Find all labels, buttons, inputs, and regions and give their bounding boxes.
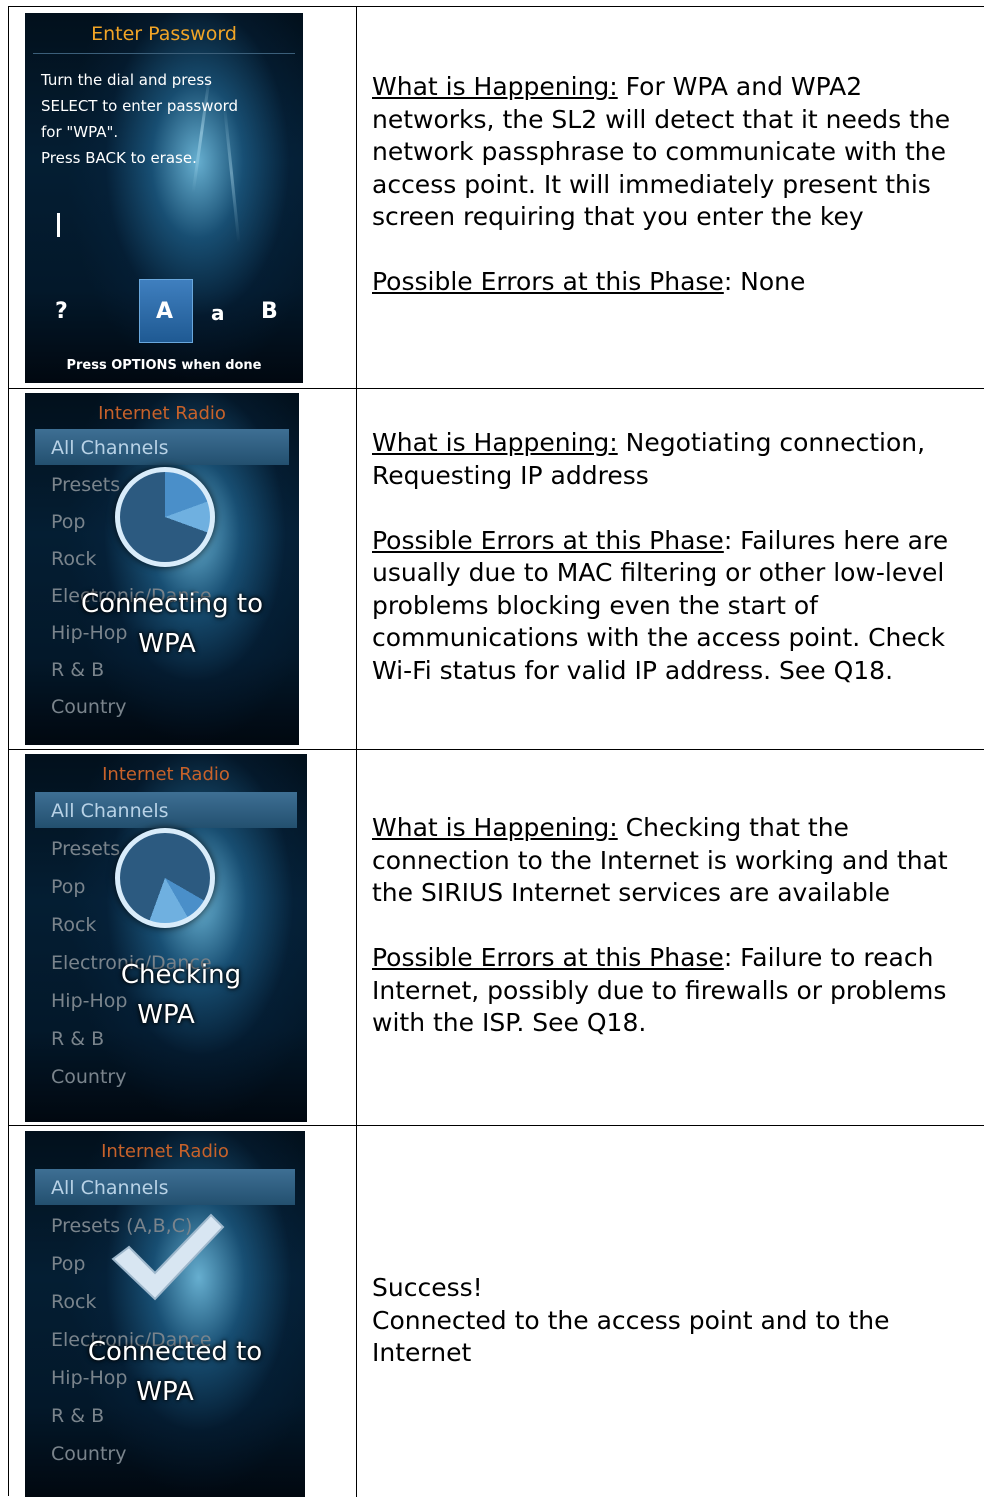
status-table: Enter Password Turn the dial and press S… [8,6,984,1497]
happening-label: What is Happening: [372,72,618,101]
success-text: Connected to the access point and to the… [372,1305,890,1368]
enter-password-screenshot: Enter Password Turn the dial and press S… [25,13,303,383]
menu-item: Country [51,1066,127,1088]
menu-item: Presets [51,838,121,860]
table-row: Internet Radio All Channels Presets Pop … [9,389,984,750]
menu-item: Rock [51,1291,97,1313]
errors-label: Possible Errors at this Phase [372,525,724,555]
table-row: Internet Radio All Channels Presets Pop … [9,750,984,1126]
errors-label: Possible Errors at this Phase [372,267,724,296]
spinner-icon [115,467,215,567]
text-cursor [57,213,60,237]
row-description: What is Happening: For WPA and WPA2 netw… [372,71,972,299]
menu-item: Rock [51,548,97,570]
success-title: Success! [372,1273,483,1302]
table-row: Internet Radio All Channels Presets (A,B… [9,1126,984,1497]
spinner-icon [115,828,215,928]
menu-item: Pop [51,876,86,898]
screen-title: Enter Password [91,23,237,45]
divider [33,53,295,54]
table-row: Enter Password Turn the dial and press S… [9,7,984,389]
char-option: B [261,299,278,324]
menu-item: R & B [51,659,105,681]
menu-item: All Channels [51,1177,169,1199]
char-option: a [211,301,225,325]
errors-text: : None [723,267,806,296]
connected-screenshot: Internet Radio All Channels Presets (A,B… [25,1131,305,1497]
screen-instructions: Turn the dial and press SELECT to enter … [41,71,239,167]
overlay-line1: Connected to [87,1337,263,1367]
char-option-selected: A [156,299,174,324]
menu-item: All Channels [51,437,169,459]
errors-label: Possible Errors at this Phase [372,943,724,972]
menu-item: R & B [51,1405,105,1427]
overlay-line2: WPA [138,629,196,659]
menu-item: Presets [51,474,121,496]
screen-title: Internet Radio [101,1141,229,1162]
happening-label: What is Happening: [372,428,618,457]
screen-footer: Press OPTIONS when done [66,358,262,373]
overlay-line1: Connecting to [80,589,264,619]
menu-item: Rock [51,914,97,936]
checking-screenshot: Internet Radio All Channels Presets Pop … [25,754,307,1122]
happening-label: What is Happening: [372,813,618,842]
menu-item: Country [51,1443,127,1465]
row-description: What is Happening: Negotiating connectio… [372,427,972,687]
overlay-line2: WPA [137,1000,195,1030]
menu-item: All Channels [51,800,169,822]
overlay-line1: Checking [120,960,242,990]
menu-item: Country [51,696,127,718]
screen-title: Internet Radio [102,764,230,785]
row-description: Success! Connected to the access point a… [372,1272,972,1370]
menu-item: Pop [51,1253,86,1275]
char-option: ? [55,299,68,324]
connecting-screenshot: Internet Radio All Channels Presets Pop … [25,393,299,745]
menu-item: R & B [51,1028,105,1050]
checkmark-icon [111,1213,225,1301]
screen-title: Internet Radio [98,403,226,424]
row-description: What is Happening: Checking that the con… [372,812,972,1040]
overlay-line2: WPA [136,1377,194,1407]
menu-item: Pop [51,511,86,533]
